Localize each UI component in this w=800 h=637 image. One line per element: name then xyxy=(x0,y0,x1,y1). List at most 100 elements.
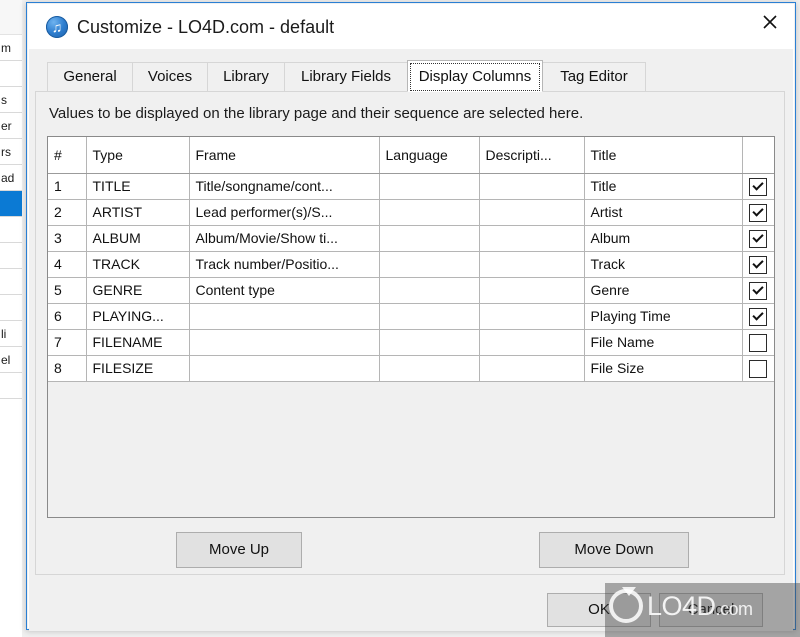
checkbox-unchecked-icon[interactable] xyxy=(749,334,768,352)
tab-tag-editor[interactable]: Tag Editor xyxy=(542,62,646,92)
move-up-button[interactable]: Move Up xyxy=(176,532,302,568)
close-icon xyxy=(763,15,777,29)
cell-type: TITLE xyxy=(86,173,190,200)
cell-num: 8 xyxy=(48,355,87,382)
move-down-button[interactable]: Move Down xyxy=(539,532,689,568)
cell-type: TRACK xyxy=(86,251,190,278)
checkbox-checked-icon[interactable] xyxy=(749,204,768,222)
cell-title: Artist xyxy=(584,199,743,226)
columns-table: # Type Frame Language Descripti... Title 1 TIT… xyxy=(48,137,774,382)
cell-checkbox[interactable] xyxy=(742,329,774,356)
cell-checkbox[interactable] xyxy=(742,355,774,382)
column-header-checkbox[interactable] xyxy=(742,137,774,174)
table-row[interactable]: 8 FILESIZE File Size xyxy=(48,355,774,382)
music-note-icon: ♫ xyxy=(46,16,68,38)
cell-title: File Size xyxy=(584,355,743,382)
display-columns-grid[interactable]: # Type Frame Language Descripti... Title 1 TIT… xyxy=(47,136,775,518)
checkbox-checked-icon[interactable] xyxy=(749,282,768,300)
column-header-title[interactable]: Title xyxy=(584,137,743,174)
music-note-glyph: ♫ xyxy=(51,19,63,35)
cell-checkbox[interactable] xyxy=(742,251,774,278)
cancel-button[interactable]: Cancel xyxy=(659,593,763,627)
cell-language xyxy=(379,251,480,278)
cell-frame xyxy=(189,303,380,330)
customize-dialog: ♫ Customize - LO4D.com - default General… xyxy=(26,2,796,631)
column-header-type[interactable]: Type xyxy=(86,137,190,174)
column-header-language[interactable]: Language xyxy=(379,137,480,174)
cell-type: ARTIST xyxy=(86,199,190,226)
background-list-item: m xyxy=(0,35,22,61)
tab-label: Voices xyxy=(147,68,193,85)
tab-label: Display Columns xyxy=(418,68,532,85)
cell-language xyxy=(379,303,480,330)
background-list-item: el xyxy=(0,347,22,373)
cell-frame xyxy=(189,355,380,382)
background-list-item xyxy=(0,295,22,321)
cell-title: File Name xyxy=(584,329,743,356)
tab-library-fields[interactable]: Library Fields xyxy=(284,62,408,92)
cell-checkbox[interactable] xyxy=(742,199,774,226)
page-hint: Values to be displayed on the library pa… xyxy=(49,105,584,122)
cell-checkbox[interactable] xyxy=(742,225,774,252)
checkbox-checked-icon[interactable] xyxy=(749,308,768,326)
cell-description xyxy=(479,303,585,330)
window-title: Customize - LO4D.com - default xyxy=(77,17,335,37)
checkbox-checked-icon[interactable] xyxy=(749,178,768,196)
cell-num: 4 xyxy=(48,251,87,278)
cell-description xyxy=(479,225,585,252)
cell-description xyxy=(479,329,585,356)
cell-title: Track xyxy=(584,251,743,278)
table-row[interactable]: 2 ARTIST Lead performer(s)/S... Artist xyxy=(48,199,774,226)
background-list-item: rs xyxy=(0,139,22,165)
column-header-num[interactable]: # xyxy=(48,137,87,174)
cell-frame xyxy=(189,329,380,356)
tab-library[interactable]: Library xyxy=(207,62,285,92)
cell-num: 3 xyxy=(48,225,87,252)
cell-type: FILENAME xyxy=(86,329,190,356)
tab-strip: General Voices Library Library Fields Displa… xyxy=(35,60,785,92)
cell-type: GENRE xyxy=(86,277,190,304)
cell-description xyxy=(479,173,585,200)
cell-title: Title xyxy=(584,173,743,200)
table-row[interactable]: 5 GENRE Content type Genre xyxy=(48,277,774,304)
checkbox-checked-icon[interactable] xyxy=(749,230,768,248)
cell-checkbox[interactable] xyxy=(742,303,774,330)
table-row[interactable]: 6 PLAYING... Playing Time xyxy=(48,303,774,330)
table-header-row: # Type Frame Language Descripti... Title xyxy=(48,137,774,174)
background-list-item: li xyxy=(0,321,22,347)
cell-title: Playing Time xyxy=(584,303,743,330)
titlebar: ♫ Customize - LO4D.com - default xyxy=(29,5,793,49)
tab-display-columns[interactable]: Display Columns xyxy=(407,60,543,92)
cell-num: 5 xyxy=(48,277,87,304)
tab-general[interactable]: General xyxy=(47,62,133,92)
background-list-item xyxy=(0,61,22,87)
cell-num: 6 xyxy=(48,303,87,330)
cell-type: PLAYING... xyxy=(86,303,190,330)
column-header-frame[interactable]: Frame xyxy=(189,137,380,174)
table-row[interactable]: 1 TITLE Title/songname/cont... Title xyxy=(48,173,774,200)
cell-language xyxy=(379,355,480,382)
cell-description xyxy=(479,277,585,304)
tab-voices[interactable]: Voices xyxy=(132,62,208,92)
column-header-descripti[interactable]: Descripti... xyxy=(479,137,585,174)
background-list-item: s xyxy=(0,87,22,113)
checkbox-checked-icon[interactable] xyxy=(749,256,768,274)
cell-language xyxy=(379,277,480,304)
cell-checkbox[interactable] xyxy=(742,277,774,304)
table-row[interactable]: 7 FILENAME File Name xyxy=(48,329,774,356)
close-button[interactable] xyxy=(747,5,793,37)
table-row[interactable]: 3 ALBUM Album/Movie/Show ti... Album xyxy=(48,225,774,252)
cell-checkbox[interactable] xyxy=(742,173,774,200)
cell-title: Genre xyxy=(584,277,743,304)
cell-description xyxy=(479,199,585,226)
cell-num: 2 xyxy=(48,199,87,226)
table-row[interactable]: 4 TRACK Track number/Positio... Track xyxy=(48,251,774,278)
background-list-item xyxy=(0,269,22,295)
background-list-item xyxy=(0,191,22,217)
cell-language xyxy=(379,173,480,200)
cell-title: Album xyxy=(584,225,743,252)
background-list-item xyxy=(0,373,22,399)
checkbox-unchecked-icon[interactable] xyxy=(749,360,768,378)
dialog-inner: ♫ Customize - LO4D.com - default General… xyxy=(28,4,794,631)
ok-button[interactable]: OK xyxy=(547,593,651,627)
